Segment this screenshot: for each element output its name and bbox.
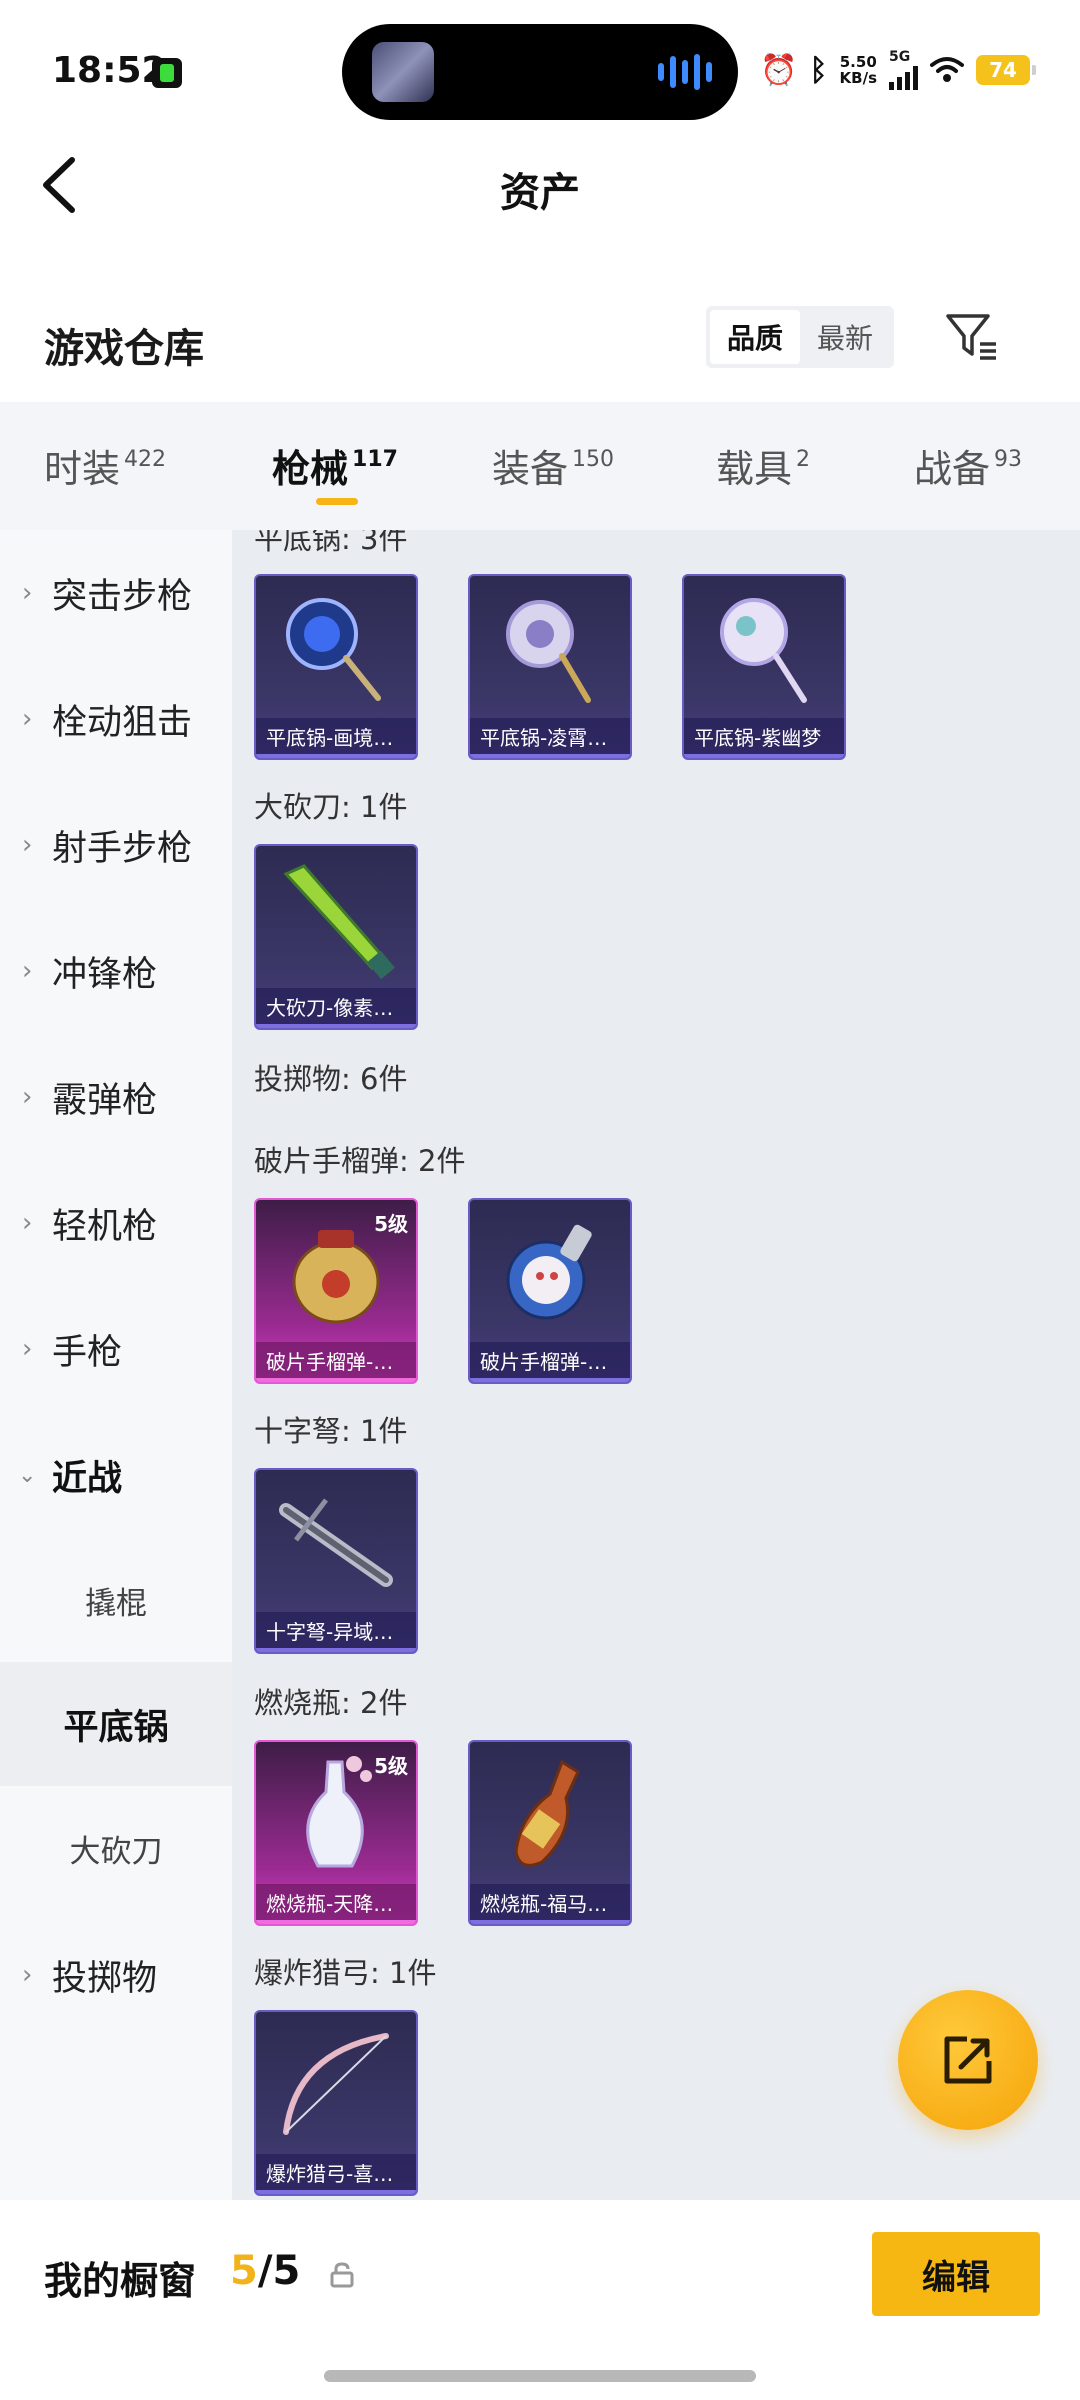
pan-icon	[506, 600, 591, 703]
chevron-right-icon: ›	[22, 704, 33, 734]
sidebar-item-marksman-rifle[interactable]: › 射手步枪	[0, 782, 232, 908]
item-card[interactable]: 5级 破片手榴弹-…	[254, 1198, 418, 1384]
network-speed: 5.50 KB/s	[839, 53, 877, 87]
sidebar-item-pistol[interactable]: › 手枪	[0, 1286, 232, 1412]
showcase-count: 5/5	[230, 2248, 301, 2294]
group-title: 爆炸猎弓: 1件	[254, 1956, 437, 1990]
category-sidebar: › 突击步枪 › 栓动狙击 › 射手步枪 › 冲锋枪 › 霰弹枪 › 轻机枪 ›…	[0, 530, 232, 2200]
grenade-icon	[506, 1224, 592, 1320]
tab-fashion[interactable]: 时装 422	[44, 438, 166, 493]
alarm-icon: ⏰	[760, 52, 798, 88]
item-card[interactable]: 大砍刀-像素…	[254, 844, 418, 1030]
active-tab-indicator	[316, 498, 358, 505]
notification-app-icon	[152, 58, 182, 88]
share-external-icon	[944, 2036, 992, 2084]
sidebar-item-melee[interactable]: ⌄ 近战	[0, 1412, 232, 1538]
tab-equipment[interactable]: 装备 150	[492, 438, 614, 493]
group-title: 大砍刀: 1件	[254, 790, 408, 824]
chevron-right-icon: ›	[22, 1208, 33, 1238]
group-title: 十字弩: 1件	[254, 1414, 408, 1448]
sidebar-subitem-machete[interactable]: 大砍刀	[0, 1786, 232, 1910]
machete-icon	[283, 864, 395, 980]
edit-button[interactable]: 编辑	[872, 2232, 1040, 2316]
cellular-signal-icon: 5G	[889, 50, 918, 90]
status-icons: ⏰ ᛒ 5.50 KB/s 5G 74	[760, 50, 1036, 90]
media-thumbnail	[372, 42, 434, 102]
chevron-right-icon: ›	[22, 578, 33, 608]
item-level-badge: 5级	[374, 1754, 408, 1778]
sidebar-item-bolt-sniper[interactable]: › 栓动狙击	[0, 656, 232, 782]
crossbow-icon	[279, 1498, 393, 1587]
dynamic-island[interactable]	[342, 24, 738, 120]
sidebar-item-shotgun[interactable]: › 霰弹枪	[0, 1034, 232, 1160]
sidebar-item-throwables[interactable]: › 投掷物	[0, 1912, 232, 2038]
page-title: 资产	[500, 170, 580, 216]
section-title: 游戏仓库	[44, 326, 204, 372]
chevron-right-icon: ›	[22, 956, 33, 986]
chevron-right-icon: ›	[22, 1082, 33, 1112]
chevron-right-icon: ›	[22, 1960, 33, 1990]
chevron-right-icon: ›	[22, 830, 33, 860]
sidebar-subitem-crowbar[interactable]: 撬棍	[0, 1538, 232, 1662]
item-grid: 平底锅: 3件 平底锅-画境… 平底锅-凌霄… 平底锅-紫幽梦 大砍刀: 1件	[232, 530, 1080, 2200]
group-title: 投掷物: 6件	[254, 1062, 408, 1096]
lock-icon	[330, 2262, 354, 2288]
item-card[interactable]: 平底锅-画境…	[254, 574, 418, 760]
chevron-down-icon: ⌄	[18, 1462, 37, 1488]
tab-vehicles[interactable]: 载具 2	[716, 438, 810, 493]
sidebar-item-lmg[interactable]: › 轻机枪	[0, 1160, 232, 1286]
pan-icon	[720, 598, 807, 703]
bluetooth-icon: ᛒ	[809, 52, 828, 88]
home-indicator[interactable]	[324, 2370, 756, 2382]
item-card[interactable]: 平底锅-紫幽梦	[682, 574, 846, 760]
sidebar-item-smg[interactable]: › 冲锋枪	[0, 908, 232, 1034]
item-card[interactable]: 十字弩-异域…	[254, 1468, 418, 1654]
status-time: 18:52	[52, 50, 167, 91]
chevron-right-icon: ›	[22, 1334, 33, 1364]
audio-wave-icon	[658, 54, 712, 90]
pan-icon	[286, 598, 381, 701]
showcase-bar: 我的橱窗 5/5 编辑	[0, 2200, 1080, 2400]
item-card[interactable]: 5级 燃烧瓶-天降…	[254, 1740, 418, 1926]
group-title: 燃烧瓶: 2件	[254, 1686, 408, 1720]
item-level-badge: 5级	[374, 1212, 408, 1236]
sort-toggle: 品质 最新	[706, 306, 894, 368]
wifi-icon	[930, 57, 964, 82]
tab-guns[interactable]: 枪械 117	[272, 438, 398, 493]
showcase-label: 我的橱窗	[44, 2259, 197, 2303]
item-card[interactable]: 燃烧瓶-福马…	[468, 1740, 632, 1926]
item-card[interactable]: 平底锅-凌霄…	[468, 574, 632, 760]
tab-supplies[interactable]: 战备 93	[914, 438, 1022, 493]
group-title: 平底锅: 3件	[254, 530, 408, 556]
sidebar-subitem-pan[interactable]: 平底锅	[0, 1662, 232, 1786]
sidebar-item-assault-rifle[interactable]: › 突击步枪	[0, 530, 232, 656]
item-card[interactable]: 爆炸猎弓-喜…	[254, 2010, 418, 2196]
filter-icon[interactable]	[944, 312, 1000, 362]
item-card[interactable]: 破片手榴弹-…	[468, 1198, 632, 1384]
status-bar: 18:52 ⏰ ᛒ 5.50 KB/s 5G 74	[0, 0, 1080, 130]
battery-indicator: 74	[976, 55, 1036, 85]
share-external-button[interactable]	[898, 1990, 1038, 2130]
bow-icon	[283, 2033, 389, 2135]
molotov-icon	[514, 1759, 580, 1867]
category-tabs: 时装 422 枪械 117 装备 150 载具 2 战备 93	[0, 402, 1080, 530]
group-title: 破片手榴弹: 2件	[254, 1144, 466, 1178]
sort-option-newest[interactable]: 最新	[800, 310, 890, 364]
sort-option-quality[interactable]: 品质	[710, 310, 800, 364]
